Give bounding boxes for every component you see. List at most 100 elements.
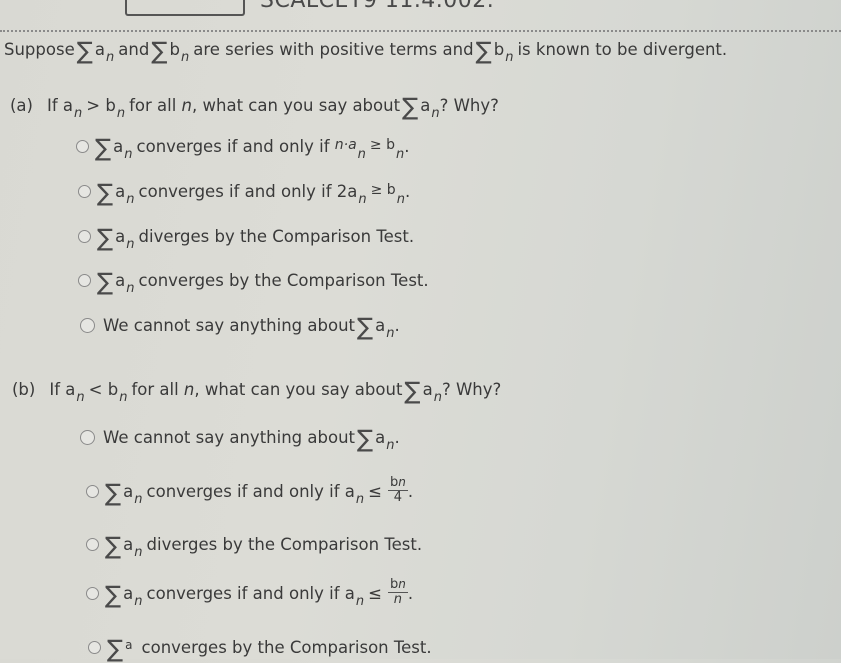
radio-button[interactable] [76, 140, 89, 153]
denominator: n [393, 592, 403, 607]
period: . [407, 482, 414, 501]
subscript: n [134, 545, 143, 560]
part-a-label: (a) [10, 96, 33, 115]
sigma-symbol: ∑ [97, 268, 114, 296]
part-b-option-3[interactable]: ∑ an diverges by the Comparison Test. [86, 532, 423, 560]
part-a-option-5[interactable]: We cannot say anything about ∑ an. [80, 313, 400, 341]
subscript: n [180, 50, 190, 65]
subscript: n [396, 147, 405, 162]
var-a: a [422, 380, 433, 399]
le-symbol: ≤ [368, 584, 382, 603]
part-a-option-4[interactable]: ∑ an converges by the Comparison Test. [78, 268, 429, 296]
subscript: n [505, 50, 514, 65]
option-text: converges if and only if a [146, 482, 355, 501]
sigma-symbol: ∑ [95, 134, 112, 162]
subscript: n [134, 594, 143, 609]
period: . [394, 316, 400, 335]
option-text: diverges by the Comparison Test. [138, 227, 415, 246]
var-n: n [181, 96, 193, 115]
part-a-option-1[interactable]: ∑ an converges if and only if n·a n ≥ bn. [76, 134, 410, 162]
part-a-rest: for all [129, 96, 177, 115]
sigma-symbol: ∑ [105, 581, 122, 609]
sigma-symbol: ∑ [475, 37, 492, 65]
var-a: a [123, 584, 134, 603]
subscript: n [431, 106, 440, 121]
option-text: diverges by the Comparison Test. [146, 535, 423, 554]
part-b-option-2[interactable]: ∑ an converges if and only if an ≤ bn 4 … [86, 475, 414, 512]
fraction: bn 4 [387, 475, 408, 505]
subscript: n [74, 106, 83, 121]
subscript: n [355, 492, 365, 507]
radio-button[interactable] [80, 430, 95, 445]
denominator: 4 [393, 490, 403, 505]
option-text: We cannot say anything about [103, 428, 355, 447]
radio-button[interactable] [78, 230, 91, 243]
var-b: b [169, 40, 180, 59]
var-a: a [375, 316, 386, 335]
part-b-label: (b) [12, 380, 36, 399]
period: . [404, 182, 411, 201]
radio-button[interactable] [88, 641, 101, 654]
subscript: n [355, 594, 365, 609]
option-text: converges if and only if [136, 137, 330, 156]
numerator: b [389, 475, 399, 490]
subscript: n [396, 192, 405, 207]
part-b-option-1[interactable]: We cannot say anything about ∑ an. [80, 425, 400, 453]
part-a-option-2[interactable]: ∑ an converges if and only if 2a n ≥ bn. [78, 181, 411, 207]
part-a-option-3[interactable]: ∑ an diverges by the Comparison Test. [78, 224, 415, 252]
subscript: n [116, 106, 126, 121]
subscript: n [398, 577, 406, 591]
radio-button[interactable] [86, 587, 99, 600]
separator [0, 30, 841, 32]
option-condition: n·a [334, 137, 357, 153]
radio-button[interactable] [86, 485, 99, 498]
option-text: We cannot say anything about [103, 316, 355, 335]
subscript: n [433, 390, 442, 405]
subscript: n [126, 237, 135, 252]
radio-button[interactable] [86, 538, 99, 551]
sigma-symbol: ∑ [105, 479, 122, 507]
part-b-option-5[interactable]: ∑ a converges by the Comparison Test. [88, 637, 432, 661]
option-condition-2: ≥ b [370, 182, 396, 198]
part-a-gt: > b [86, 96, 116, 115]
subscript: n [358, 192, 367, 207]
part-b-question-text: , what can you say about [194, 380, 403, 399]
subscript: n [106, 50, 115, 65]
part-b-if: If a [49, 380, 76, 399]
problem-id: SCALCET9 11.4.002. [260, 0, 495, 13]
answer-box [125, 0, 245, 16]
var-a: a [420, 96, 431, 115]
var-a: a [375, 428, 386, 447]
sigma-symbol: ∑ [105, 532, 122, 560]
subscript: n [134, 492, 143, 507]
radio-button[interactable] [78, 274, 91, 287]
option-text: converges by the Comparison Test. [141, 638, 432, 657]
var-n: n [183, 380, 195, 399]
option-text: converges if and only if [138, 182, 332, 201]
radio-button[interactable] [78, 185, 91, 198]
part-a-why: ? Why? [439, 96, 499, 115]
var-a: a [115, 227, 126, 246]
part-b-rest: for all [131, 380, 179, 399]
option-condition: 2a [336, 182, 358, 201]
sigma-symbol: ∑ [357, 425, 374, 453]
numerator: b [389, 577, 399, 592]
radio-button[interactable] [80, 318, 95, 333]
part-b-option-4[interactable]: ∑ an converges if and only if an ≤ bn n … [86, 577, 414, 614]
var-a: a [115, 182, 126, 201]
le-symbol: ≤ [368, 482, 382, 501]
sigma-symbol: ∑ [357, 313, 374, 341]
intro-and: and [118, 40, 150, 59]
period: . [407, 584, 414, 603]
var-a: a [123, 482, 134, 501]
intro-statement: Suppose ∑ an and ∑ bn are series with po… [4, 37, 727, 65]
subscript: n [398, 475, 406, 489]
period: . [404, 137, 410, 156]
sigma-symbol: ∑ [97, 224, 114, 252]
part-a-question: (a) If an > bn for all n , what can you … [10, 95, 499, 121]
intro-text: are series with positive terms and [193, 40, 474, 59]
period: . [394, 428, 400, 447]
subscript: n [386, 438, 395, 453]
var-a: a [115, 271, 126, 290]
option-text: converges by the Comparison Test. [138, 271, 429, 290]
